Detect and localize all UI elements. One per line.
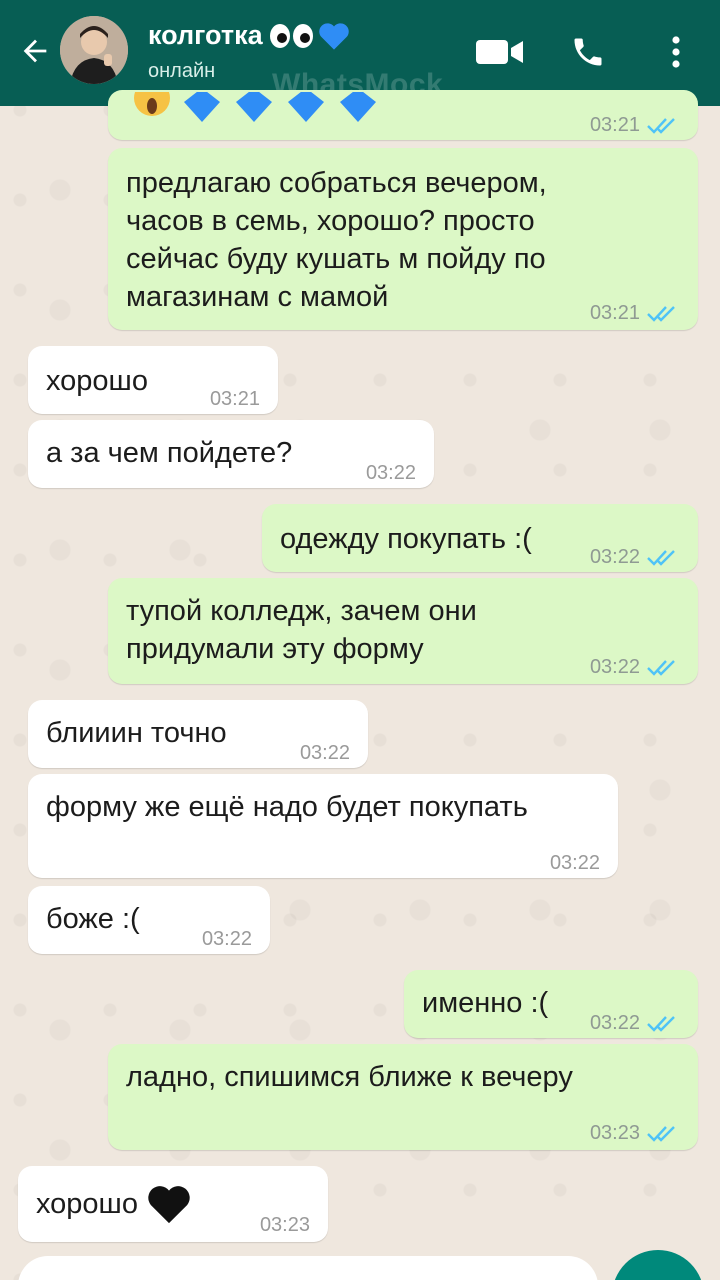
message-text: хорошо (36, 1188, 138, 1220)
message-time: 03:23 (259, 1214, 310, 1236)
message-text: предлагаю собраться вечером, часов в сем… (126, 167, 547, 313)
message-time: 03:22 (589, 656, 640, 678)
message-text: ладно, спишимся ближе к вечеру (126, 1061, 573, 1093)
message-time: 03:22 (549, 852, 600, 874)
message-bubble-outgoing[interactable]: одежду покупать :( 03:22 (262, 504, 698, 572)
message-bubble-incoming[interactable]: блииин точно 03:22 (28, 700, 368, 768)
message-time: 03:22 (299, 742, 350, 764)
message-text: одежду покупать :( (280, 523, 532, 555)
message-time: 03:22 (589, 1012, 640, 1034)
back-arrow-icon[interactable] (14, 30, 56, 72)
message-time: 03:22 (365, 462, 416, 484)
contact-name-text: колготка (148, 20, 263, 50)
message-bubble-incoming[interactable]: хорошо 03:23 (18, 1166, 328, 1242)
message-bubble-incoming[interactable]: хорошо 03:21 (28, 346, 278, 414)
message-bubble-incoming[interactable]: а за чем пойдете? 03:22 (28, 420, 434, 488)
blue-heart-icon (184, 92, 220, 122)
message-bubble-incoming[interactable]: форму же ещё надо будет покупать 03:22 (28, 774, 618, 878)
message-time: 03:23 (589, 1122, 640, 1144)
read-ticks-icon (647, 306, 675, 322)
message-time: 03:21 (589, 302, 640, 324)
read-ticks-icon (647, 118, 675, 134)
blue-heart-icon (288, 92, 324, 122)
message-text: боже :( (46, 903, 140, 935)
message-bubble-outgoing[interactable]: ладно, спишимся ближе к вечеру 03:23 (108, 1044, 698, 1150)
eyes-icon (269, 23, 313, 48)
message-time: 03:21 (209, 388, 260, 410)
blue-heart-icon (340, 92, 376, 122)
scream-face-icon (134, 92, 170, 116)
message-time: 03:22 (589, 546, 640, 568)
blue-heart-icon (318, 22, 349, 50)
message-content: хорошо (36, 1182, 192, 1226)
message-input[interactable] (18, 1256, 598, 1280)
black-heart-icon (148, 1186, 190, 1224)
message-bubble-outgoing[interactable]: предлагаю собраться вечером, часов в сем… (108, 148, 698, 330)
message-text: именно :( (422, 987, 549, 1019)
message-emoji-row (132, 92, 380, 122)
contact-name[interactable]: колготка (148, 20, 351, 51)
read-ticks-icon (647, 550, 675, 566)
read-ticks-icon (647, 660, 675, 676)
avatar[interactable] (60, 16, 128, 84)
message-bubble-incoming[interactable]: боже :( 03:22 (28, 886, 270, 954)
read-ticks-icon (647, 1126, 675, 1142)
message-bubble-outgoing[interactable]: тупой колледж, зачем они придумали эту ф… (108, 578, 698, 684)
message-text: хорошо (46, 365, 148, 397)
contact-status: онлайн (148, 60, 216, 82)
phone-icon[interactable] (562, 28, 614, 76)
read-ticks-icon (647, 1016, 675, 1032)
message-bubble-outgoing[interactable]: именно :( 03:22 (404, 970, 698, 1038)
message-text: блииин точно (46, 717, 227, 749)
message-time: 03:22 (201, 928, 252, 950)
video-call-icon[interactable] (474, 28, 526, 76)
message-time: 03:21 (589, 114, 640, 136)
blue-heart-icon (236, 92, 272, 122)
message-text: а за чем пойдете? (46, 437, 293, 469)
message-text: форму же ещё надо будет покупать (46, 791, 528, 823)
more-menu-icon[interactable] (650, 28, 702, 76)
message-bubble-outgoing[interactable]: 03:21 (108, 90, 698, 140)
message-text: тупой колледж, зачем они придумали эту ф… (126, 595, 477, 665)
